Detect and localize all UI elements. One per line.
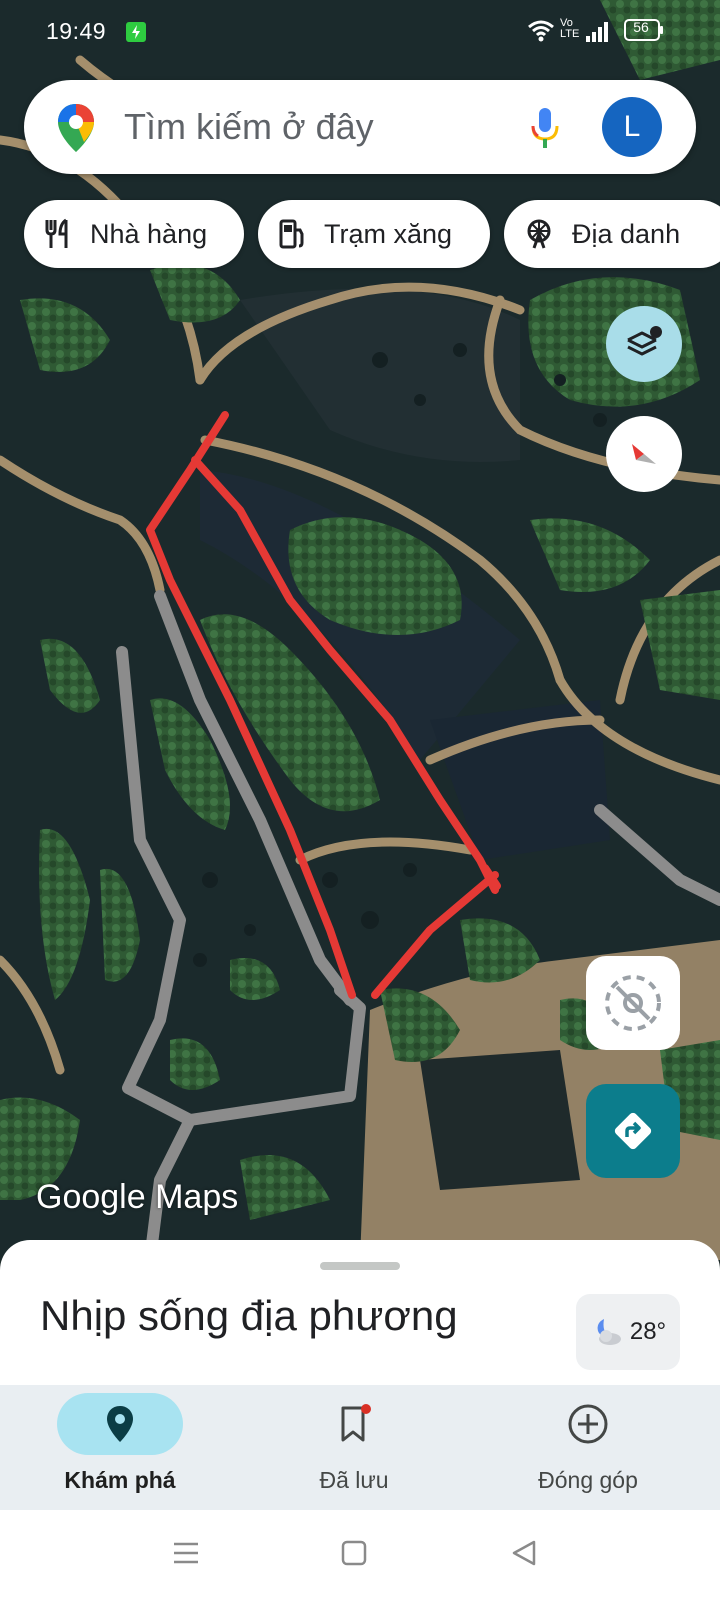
gas-pump-icon — [279, 219, 304, 249]
search-input[interactable]: Tìm kiếm ở đây — [124, 106, 374, 148]
wifi-icon — [528, 20, 554, 48]
fork-knife-icon — [45, 218, 68, 248]
weather-chip[interactable]: 28° — [576, 1294, 680, 1370]
location-off-icon — [605, 975, 661, 1031]
bottom-sheet[interactable]: Nhịp sống địa phương 28° — [0, 1240, 720, 1385]
nav-contribute[interactable]: Đóng góp — [468, 1385, 708, 1510]
status-bar: 19:49 Vo LTE 56 — [0, 0, 720, 62]
compass-icon — [632, 444, 656, 464]
nav-contribute-pill[interactable] — [525, 1393, 651, 1455]
nav-label: Đã lưu — [319, 1467, 389, 1493]
microphone-icon[interactable] — [530, 106, 560, 155]
chip-gas-stations[interactable]: Trạm xăng — [258, 200, 490, 268]
bookmark-icon — [341, 1404, 371, 1442]
directions-button[interactable] — [586, 1084, 680, 1178]
back-icon[interactable] — [510, 1538, 538, 1573]
nav-saved[interactable]: Đã lưu — [234, 1385, 474, 1510]
google-maps-watermark: Google Maps — [36, 1178, 239, 1216]
satellite-map[interactable] — [0, 0, 720, 1260]
search-bar[interactable]: Tìm kiếm ở đây L — [24, 80, 696, 174]
system-navigation-bar — [0, 1510, 720, 1600]
chip-restaurants[interactable]: Nhà hàng — [24, 200, 244, 268]
nav-explore-pill[interactable] — [57, 1393, 183, 1455]
account-avatar[interactable]: L — [602, 97, 662, 157]
nav-label: Khám phá — [64, 1467, 176, 1493]
my-location-button[interactable] — [586, 956, 680, 1050]
add-circle-icon — [568, 1404, 608, 1444]
battery-level: 56 — [633, 19, 649, 35]
sheet-drag-handle[interactable] — [320, 1262, 400, 1270]
layers-icon — [627, 326, 662, 356]
ferris-wheel-icon — [527, 219, 551, 249]
signal-icon — [586, 22, 610, 48]
google-maps-pin-icon — [56, 102, 96, 159]
chip-label: Địa danh — [572, 218, 681, 249]
chip-landmarks[interactable]: Địa danh — [504, 200, 720, 268]
directions-icon — [614, 1112, 652, 1150]
status-time: 19:49 — [46, 18, 107, 44]
home-icon[interactable] — [340, 1538, 368, 1573]
layers-button[interactable] — [606, 306, 682, 382]
nav-explore[interactable]: Khám phá — [0, 1385, 240, 1510]
chip-label: Nhà hàng — [90, 218, 208, 249]
chip-label: Trạm xăng — [324, 218, 453, 249]
compass-button[interactable] — [606, 416, 682, 492]
sheet-title: Nhịp sống địa phương — [40, 1292, 458, 1339]
moon-cloud-icon — [597, 1319, 621, 1345]
recent-apps-icon[interactable] — [172, 1538, 200, 1573]
charging-icon — [124, 20, 148, 50]
explore-pin-icon — [107, 1406, 133, 1442]
nav-label: Đóng góp — [538, 1467, 638, 1493]
nav-saved-pill[interactable] — [291, 1393, 417, 1455]
volte-icon: Vo LTE — [560, 17, 580, 40]
bottom-navigation: Khám phá Đã lưu Đóng góp — [0, 1385, 720, 1510]
weather-temperature: 28° — [629, 1318, 667, 1345]
